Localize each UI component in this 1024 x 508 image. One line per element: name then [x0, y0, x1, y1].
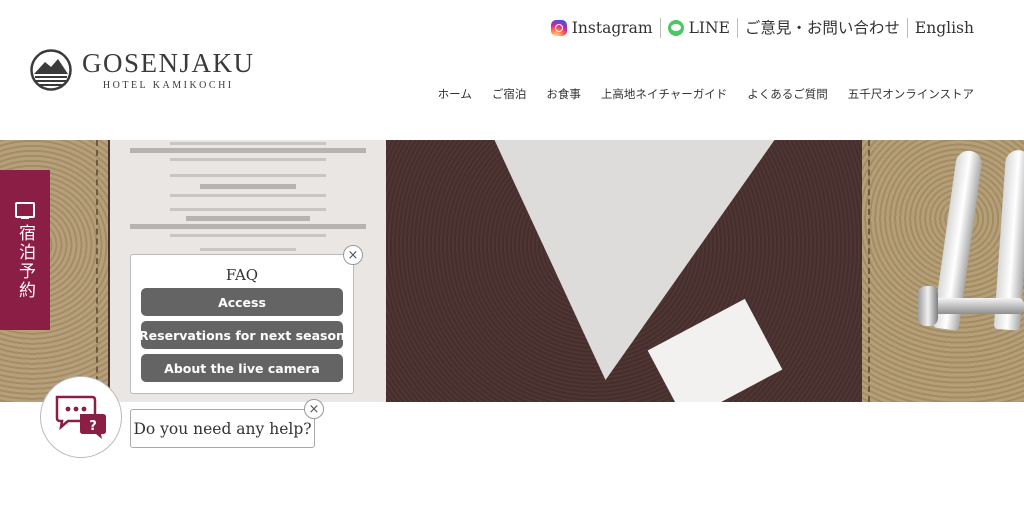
reservation-label: 宿泊予約 — [15, 224, 35, 300]
faq-popup: FAQ Access Reservations for next season … — [130, 254, 354, 394]
faq-close-button[interactable]: × — [343, 245, 363, 265]
nav-item-nature-guide[interactable]: 上高地ネイチャーガイド — [601, 86, 727, 102]
brand-subtitle: HOTEL KAMIKOCHI — [102, 80, 234, 91]
monitor-icon — [15, 202, 35, 219]
line-icon — [667, 20, 684, 36]
utility-links: Instagram LINE ご意見・お問い合わせ English — [544, 17, 974, 39]
hero-stitching — [96, 140, 100, 402]
hero-knife-rest-knob — [918, 286, 938, 326]
chat-bubbles-icon: ? — [55, 395, 106, 439]
faq-live-camera-button[interactable]: About the live camera — [141, 354, 343, 382]
line-link[interactable]: LINE — [659, 18, 737, 38]
faq-access-button[interactable]: Access — [141, 288, 343, 316]
close-icon: × — [347, 247, 359, 263]
instagram-icon — [550, 20, 567, 36]
help-close-button[interactable]: × — [304, 399, 324, 419]
close-icon: × — [308, 401, 320, 417]
english-link[interactable]: English — [906, 18, 974, 38]
nav-item-home[interactable]: ホーム — [438, 86, 472, 102]
line-label: LINE — [688, 19, 730, 37]
faq-reservations-button[interactable]: Reservations for next season — [139, 321, 345, 349]
nav-item-faq[interactable]: よくあるご質問 — [747, 86, 828, 102]
site-header: GOSENJAKU HOTEL KAMIKOCHI Instagram LINE… — [0, 0, 1024, 140]
nav-item-online-store[interactable]: 五千尺オンラインストア — [848, 86, 974, 102]
instagram-label: Instagram — [571, 19, 653, 37]
site-logo[interactable]: GOSENJAKU HOTEL KAMIKOCHI — [30, 48, 255, 92]
help-prompt[interactable]: Do you need any help? — [130, 409, 315, 448]
contact-link[interactable]: ご意見・お問い合わせ — [736, 18, 907, 38]
reservation-side-tab[interactable]: 宿泊予約 — [0, 170, 50, 330]
nav-item-stay[interactable]: ご宿泊 — [492, 86, 527, 102]
nav-item-dining[interactable]: お食事 — [546, 86, 581, 102]
hero-knife-rest — [930, 298, 1024, 314]
instagram-link[interactable]: Instagram — [544, 18, 660, 38]
brand-name: GOSENJAKU — [82, 48, 255, 78]
main-nav: ホーム ご宿泊 お食事 上高地ネイチャーガイド よくあるご質問 五千尺オンライン… — [418, 86, 974, 102]
chat-launcher-button[interactable]: ? — [40, 376, 122, 458]
faq-title: FAQ — [225, 266, 259, 284]
help-badge: ? — [89, 419, 97, 434]
mountain-logo-icon — [30, 49, 72, 91]
hero-stitching — [868, 140, 872, 402]
